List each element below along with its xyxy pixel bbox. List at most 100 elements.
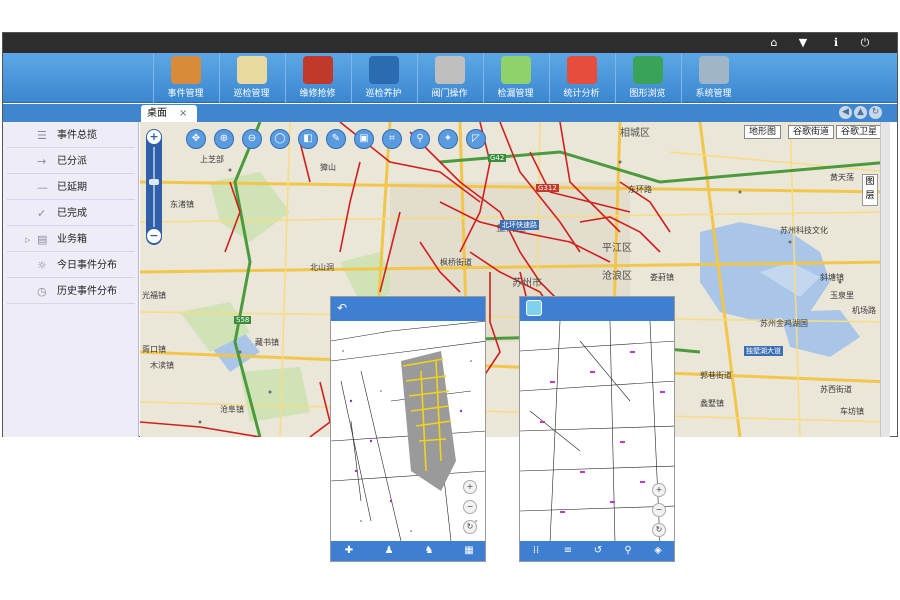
map-label: 相城区 <box>620 128 650 139</box>
road-shield: G42 <box>488 154 507 162</box>
toolbar-button-label: 巡检管理 <box>233 89 270 99</box>
refresh-icon[interactable]: ↻ <box>869 106 882 119</box>
zoom-thumb[interactable] <box>149 179 159 185</box>
map-label: 枫桥街道 <box>440 258 472 267</box>
search-icon[interactable]: ⚲ <box>622 545 634 557</box>
toolbar-button-7[interactable]: 统计分析 <box>549 53 613 103</box>
zoom-out-icon[interactable]: − <box>147 229 161 243</box>
toolbar-button-label: 阀门操作 <box>431 89 468 99</box>
clipboard-warning-icon <box>170 56 201 84</box>
maintenance-phone-icon <box>368 56 399 84</box>
layer-button[interactable]: 图层 <box>862 174 878 206</box>
mobile-zoom-in-icon[interactable]: + <box>463 480 477 494</box>
up-arrow-icon[interactable]: ▲ <box>854 106 867 119</box>
toolbar-button-6[interactable]: 检漏管理 <box>483 53 547 103</box>
title-bar: ⌂ ▼ ℹ ⏻ <box>3 33 897 53</box>
mobile-refresh-icon[interactable]: ↻ <box>652 523 666 537</box>
mobile-zoom-in-icon[interactable]: + <box>652 483 666 497</box>
select-icon[interactable]: ▣ <box>354 129 374 149</box>
mobile-header <box>520 297 674 321</box>
map-label: 沧浪区 <box>602 271 632 282</box>
zoom-slider[interactable]: + − <box>146 129 162 245</box>
sidebar-item-label: 业务箱 <box>57 234 87 245</box>
toolbar-button-8[interactable]: 图形浏览 <box>615 53 679 103</box>
sidebar-item-2[interactable]: → 已分派 <box>7 150 135 174</box>
map-type-street[interactable]: 谷歌街道 <box>788 125 835 139</box>
previous-view-icon[interactable]: ◧ <box>298 129 318 149</box>
mobile-refresh-icon[interactable]: ↻ <box>463 520 477 534</box>
zoom-track[interactable] <box>153 147 155 227</box>
power-icon[interactable]: ⏻ <box>858 37 872 49</box>
toolbar-button-9[interactable]: 系统管理 <box>681 53 745 103</box>
toolbar-button-5[interactable]: 阀门操作 <box>417 53 481 103</box>
map-type-satellite[interactable]: 谷歌卫星 <box>836 125 883 139</box>
sidebar-item-1[interactable]: ☰ 事件总揽 <box>7 124 135 148</box>
sun-icon: ☼ <box>37 259 47 272</box>
home-icon[interactable]: ⌂ <box>767 37 781 49</box>
map-label: 苏西街道 <box>820 385 852 394</box>
map-label: 北山洞 <box>310 263 334 272</box>
rotate-icon[interactable]: ↺ <box>592 545 604 557</box>
grid-menu-icon[interactable]: ⁞⁞ <box>530 545 542 557</box>
toolbar-button-label: 图形浏览 <box>629 89 666 99</box>
map-view[interactable]: 相城区 苏州市 平江区 沧浪区 金阊区 上芝部 东渚镇 光福镇 胥口镇 枫桥街道… <box>140 122 890 437</box>
sidebar-item-7[interactable]: ◷ 历史事件分布 <box>7 280 135 304</box>
tool-icon[interactable]: ✚ <box>343 545 355 557</box>
road-shield: G312 <box>536 184 559 192</box>
locate-icon[interactable]: ◈ <box>652 545 664 557</box>
map-label: 苏州科技文化 <box>780 226 828 235</box>
crop-icon[interactable]: ⌗ <box>382 129 402 149</box>
sidebar-item-3[interactable]: — 已延期 <box>7 176 135 200</box>
road-name: 独墅湖大道 <box>744 346 783 356</box>
map-label: 藏书镇 <box>255 338 279 347</box>
toolbar-button-label: 系统管理 <box>695 89 732 99</box>
full-extent-icon[interactable]: ◯ <box>270 129 290 149</box>
sidebar-item-label: 已完成 <box>57 208 87 219</box>
mobile-zoom-out-icon[interactable]: − <box>652 503 666 517</box>
toolbar-button-3[interactable]: 维修抢修 <box>285 53 349 103</box>
toolbar-button-2[interactable]: 巡检管理 <box>219 53 283 103</box>
toolbar-button-label: 统计分析 <box>563 89 600 99</box>
image-icon[interactable]: ▦ <box>463 545 475 557</box>
tab-bar: 桌面 × ◀ ▲ ↻ <box>3 104 897 122</box>
people-icon[interactable]: ♟ <box>383 545 395 557</box>
repair-worker-icon <box>302 56 333 84</box>
toolbar-button-4[interactable]: 巡检养护 <box>351 53 415 103</box>
tab-close-icon[interactable]: × <box>179 105 187 122</box>
tab-desktop[interactable]: 桌面 × <box>141 105 197 122</box>
map-label: 玉泉里 <box>830 291 854 300</box>
map-label: 沧阜镇 <box>220 405 244 414</box>
zoom-out-tool-icon[interactable]: ⊖ <box>242 129 262 149</box>
main-toolbar: 事件管理 巡检管理 维修抢修 巡检养护 阀门操作 检漏管理 统计分析 图形浏览 系统管理 <box>3 53 897 103</box>
zoom-in-tool-icon[interactable]: ⊕ <box>214 129 234 149</box>
map-app-icon[interactable] <box>526 300 542 316</box>
expand-arrow-icon[interactable]: ▷ <box>25 228 30 252</box>
sidebar-item-4[interactable]: ✓ 已完成 <box>7 202 135 226</box>
toolbar-button-label: 维修抢修 <box>299 89 336 99</box>
group-icon[interactable]: ♞ <box>423 545 435 557</box>
info-icon[interactable]: ℹ <box>829 37 843 49</box>
map-label: 胥口镇 <box>142 345 166 354</box>
back-arrow-icon[interactable]: ◀ <box>839 106 852 119</box>
list-icon: ☰ <box>37 129 47 142</box>
toolbar-button-1[interactable]: 事件管理 <box>153 53 217 103</box>
mobile-zoom-out-icon[interactable]: − <box>463 500 477 514</box>
back-icon[interactable]: ↶ <box>337 301 347 315</box>
tag-icon[interactable]: ✦ <box>438 129 458 149</box>
clear-icon[interactable]: ✎ <box>326 129 346 149</box>
measure-icon[interactable]: ◸ <box>466 129 486 149</box>
zoom-in-icon[interactable]: + <box>147 130 161 144</box>
pan-icon[interactable]: ✥ <box>186 129 206 149</box>
map-type-terrain[interactable]: 地形图 <box>744 125 782 139</box>
map-label: 上芝部 <box>200 155 224 164</box>
sidebar-item-6[interactable]: ☼ 今日事件分布 <box>7 254 135 278</box>
shirt-icon[interactable]: ▼ <box>796 37 810 49</box>
map-label: 苏州市 <box>512 278 542 289</box>
search-icon[interactable]: ⚲ <box>410 129 430 149</box>
dash-icon: — <box>37 181 48 194</box>
map-scrollbar[interactable] <box>880 122 890 437</box>
pie-chart-icon <box>566 56 597 84</box>
sidebar-item-5[interactable]: ▷ ▤ 业务箱 <box>7 228 135 252</box>
map-label: 东环路 <box>628 185 652 194</box>
layers-icon[interactable]: ≡ <box>562 545 574 557</box>
